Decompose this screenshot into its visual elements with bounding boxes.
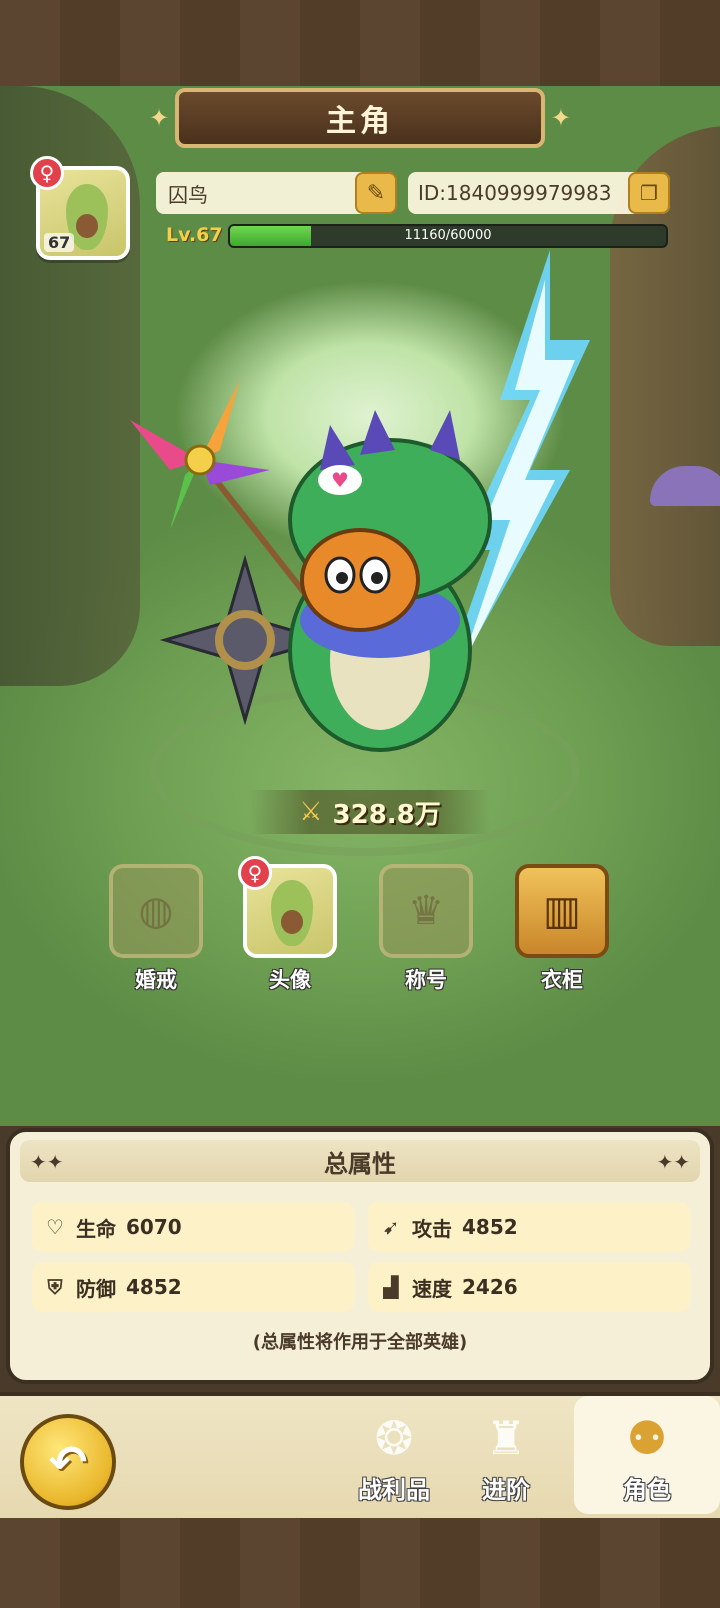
tab-advance[interactable]: ♜ 进阶 — [446, 1406, 566, 1514]
svg-text:♥: ♥ — [331, 468, 349, 492]
player-id-text: ID:1840999979983 — [418, 181, 612, 205]
pinwheel-icon — [130, 380, 313, 602]
shield-icon: ⛨ — [47, 1275, 63, 1299]
tab-advance-label: 进阶 — [482, 1476, 530, 1504]
exp-text: 11160/60000 — [404, 228, 492, 243]
crown-icon: ♛ — [379, 864, 473, 958]
avatar-level: 67 — [44, 233, 75, 252]
female-icon: ♀ — [30, 156, 64, 190]
attr-attack: ➹ 攻击 4852 — [368, 1202, 690, 1252]
feature-ring-label: 婚戒 — [135, 968, 177, 992]
feature-ring[interactable]: ◍ 婚戒 — [108, 864, 204, 994]
attr-hp: ♡ 生命 6070 — [32, 1202, 354, 1252]
pencil-icon: ✎ — [366, 180, 386, 206]
feature-wardrobe[interactable]: ▥ 衣柜 — [514, 864, 610, 994]
total-attributes-panel: ✦✦ 总属性 ✦✦ ♡ 生命 6070 ➹ 攻击 4852 ⛨ 防御 4852 … — [6, 1128, 714, 1384]
attr-defense: ⛨ 防御 4852 — [32, 1262, 354, 1312]
page-title: 主角 — [326, 104, 394, 139]
attr-defense-value: 4852 — [126, 1275, 182, 1299]
feature-title-label: 称号 — [405, 968, 447, 992]
ring-icon: ◍ — [109, 864, 203, 958]
sparkle-icon: ✦✦ — [30, 1150, 64, 1174]
heart-icon: ♡ — [46, 1215, 64, 1239]
attr-hp-label: 生命 — [76, 1216, 116, 1241]
wardrobe-icon: ▥ — [515, 864, 609, 958]
tab-character-label: 角色 — [623, 1476, 671, 1504]
bottom-frame — [0, 1518, 720, 1608]
combat-power-value: 328.8万 — [332, 799, 441, 830]
title-banner: 主角 — [149, 88, 571, 148]
level-label: Lv.67 — [166, 224, 223, 246]
copy-icon: ❐ — [640, 181, 658, 205]
sparkle-icon: ✦✦ — [656, 1150, 690, 1174]
attr-speed-label: 速度 — [412, 1276, 452, 1301]
tab-loot-label: 战利品 — [358, 1476, 430, 1504]
attr-speed: ▟ 速度 2426 — [368, 1262, 690, 1312]
back-arrow-icon: ↶ — [48, 1435, 88, 1489]
attack-icon: ➹ — [382, 1215, 400, 1239]
bottom-nav: ↶ ❂ 战利品 ♜ 进阶 ⚉ 角色 — [0, 1392, 720, 1518]
exp-bar: 11160/60000 — [228, 224, 668, 248]
character-icon: ⚉ — [626, 1411, 668, 1465]
top-frame — [0, 0, 720, 86]
tab-loot[interactable]: ❂ 战利品 — [334, 1406, 454, 1514]
sword-badge-icon: ⚔ — [299, 797, 323, 827]
boot-icon: ▟ — [383, 1275, 399, 1299]
attributes-title-bar: ✦✦ 总属性 ✦✦ — [20, 1140, 700, 1182]
back-button[interactable]: ↶ — [20, 1414, 116, 1510]
feature-wardrobe-label: 衣柜 — [541, 968, 583, 992]
attributes-note: (总属性将作用于全部英雄) — [252, 1332, 468, 1353]
feature-title[interactable]: ♛ 称号 — [378, 864, 474, 994]
attr-attack-label: 攻击 — [412, 1216, 452, 1241]
attr-speed-value: 2426 — [462, 1275, 518, 1299]
attr-defense-label: 防御 — [76, 1276, 116, 1301]
edit-name-button[interactable]: ✎ — [355, 172, 397, 214]
player-name-text: 囚鸟 — [168, 182, 208, 207]
copy-id-button[interactable]: ❐ — [628, 172, 670, 214]
tab-character[interactable]: ⚉ 角色 — [574, 1396, 720, 1514]
loot-icon: ❂ — [374, 1411, 414, 1465]
attr-hp-value: 6070 — [126, 1215, 182, 1239]
attr-attack-value: 4852 — [462, 1215, 518, 1239]
combat-power: ⚔ 328.8万 — [250, 790, 490, 834]
female-icon: ♀ — [238, 856, 272, 890]
advance-icon: ♜ — [485, 1411, 527, 1465]
hero-character: ♥ — [130, 250, 590, 752]
feature-avatar-label: 头像 — [269, 968, 311, 992]
tab-character-content: ⚉ 角色 — [587, 1406, 707, 1514]
avocado-icon — [271, 880, 313, 946]
attributes-title: 总属性 — [324, 1149, 396, 1178]
